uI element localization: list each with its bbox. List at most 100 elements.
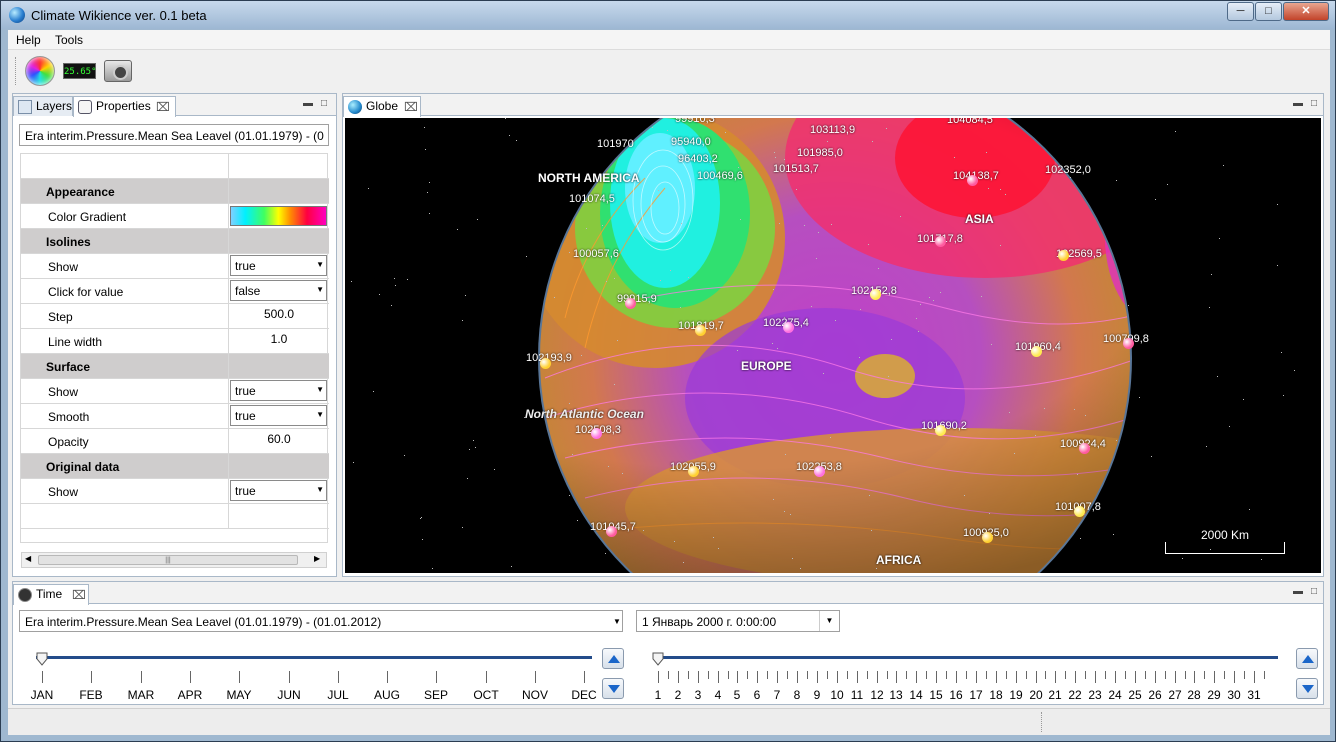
scroll-right-icon[interactable]: ▶ xyxy=(314,554,320,563)
star xyxy=(683,562,684,563)
surface-show-select[interactable]: true ▼ xyxy=(230,380,327,401)
close-tab-icon[interactable]: ⌧ xyxy=(72,588,86,602)
pressure-value-label[interactable]: 103113,9 xyxy=(810,124,855,136)
pressure-value-label[interactable]: 100469,6 xyxy=(697,170,743,182)
value-marker[interactable] xyxy=(1079,443,1090,454)
value-marker[interactable] xyxy=(625,298,636,309)
minimize-view-icon[interactable]: ▬ xyxy=(1293,586,1303,597)
value-marker[interactable] xyxy=(540,358,551,369)
opacity-input[interactable]: 60.0 xyxy=(229,429,329,453)
horizontal-scrollbar[interactable]: ◀ ||| ▶ xyxy=(21,552,327,568)
pressure-value-label[interactable]: 101074,5 xyxy=(569,193,615,205)
camera-icon[interactable] xyxy=(104,60,132,82)
minimize-button[interactable]: ─ xyxy=(1227,2,1254,21)
scroll-left-icon[interactable]: ◀ xyxy=(25,554,31,563)
tab-layers[interactable]: Layers xyxy=(13,96,73,116)
month-up-button[interactable] xyxy=(602,648,624,669)
maximize-view-icon[interactable]: □ xyxy=(321,98,327,109)
pressure-value-label[interactable]: 102352,0 xyxy=(1045,164,1091,176)
day-tick xyxy=(777,671,778,683)
month-tick xyxy=(486,671,487,683)
star xyxy=(784,159,785,160)
tab-globe[interactable]: Globe ⌧ xyxy=(343,96,421,117)
tab-properties[interactable]: Properties ⌧ xyxy=(73,96,176,117)
pressure-value-label[interactable]: 95940,0 xyxy=(671,136,711,148)
minimize-view-icon[interactable]: ▬ xyxy=(1293,98,1303,109)
month-slider-thumb[interactable] xyxy=(36,652,48,666)
color-wheel-icon[interactable] xyxy=(25,56,55,86)
close-tab-icon[interactable]: ⌧ xyxy=(156,100,170,114)
pressure-value-label[interactable]: 101513,7 xyxy=(773,163,819,175)
globe-viewport[interactable]: NORTH AMERICA ASIA EUROPE AFRICA North A… xyxy=(345,118,1321,573)
value-marker[interactable] xyxy=(1123,338,1134,349)
properties-panel: Layers Properties ⌧ ▬ □ Era interim.Pres… xyxy=(12,93,337,577)
tab-time[interactable]: Time ⌧ xyxy=(13,584,89,605)
pressure-value-label[interactable]: 104084,5 xyxy=(947,118,993,126)
value-marker[interactable] xyxy=(1031,346,1042,357)
month-slider-track[interactable] xyxy=(36,656,592,659)
isolines-show-select[interactable]: true ▼ xyxy=(230,255,327,276)
value-marker[interactable] xyxy=(783,322,794,333)
line-width-input[interactable]: 1.0 xyxy=(229,329,329,353)
pressure-value-label[interactable]: 99915,9 xyxy=(617,293,657,305)
menu-tools[interactable]: Tools xyxy=(55,33,83,47)
day-tick xyxy=(737,671,738,683)
pressure-value-label[interactable]: 101970 xyxy=(597,138,634,150)
toolbar-grip xyxy=(15,57,17,85)
star xyxy=(772,343,773,344)
star xyxy=(505,118,506,119)
star xyxy=(1229,426,1230,427)
smooth-select[interactable]: true ▼ xyxy=(230,405,327,426)
star xyxy=(1206,446,1207,447)
day-down-button[interactable] xyxy=(1296,678,1318,699)
dataset-select[interactable]: Era interim.Pressure.Mean Sea Leavel (01… xyxy=(19,124,329,146)
close-tab-icon[interactable]: ⌧ xyxy=(404,100,418,114)
menu-help[interactable]: Help xyxy=(16,33,41,47)
scrollbar-thumb[interactable]: ||| xyxy=(38,555,298,565)
star xyxy=(475,447,476,448)
month-label: FEB xyxy=(79,688,103,702)
maximize-view-icon[interactable]: □ xyxy=(1311,586,1317,597)
original-show-select[interactable]: true ▼ xyxy=(230,480,327,501)
color-gradient-swatch[interactable] xyxy=(230,206,327,226)
day-tick xyxy=(1075,671,1076,683)
step-input[interactable]: 500.0 xyxy=(229,304,329,328)
pressure-value-label[interactable]: 96403,2 xyxy=(678,153,718,165)
pressure-value-label[interactable]: 100057,6 xyxy=(573,248,619,260)
value-marker[interactable] xyxy=(982,532,993,543)
value-marker[interactable] xyxy=(935,425,946,436)
star xyxy=(1014,453,1015,454)
value-marker[interactable] xyxy=(688,466,699,477)
day-slider-thumb[interactable] xyxy=(652,652,664,666)
value-marker[interactable] xyxy=(695,325,706,336)
month-down-button[interactable] xyxy=(602,678,624,699)
maximize-button[interactable]: □ xyxy=(1255,2,1282,21)
value-marker[interactable] xyxy=(1074,506,1085,517)
time-dataset-select[interactable]: Era interim.Pressure.Mean Sea Leavel (01… xyxy=(19,610,623,632)
minimize-view-icon[interactable]: ▬ xyxy=(303,98,313,109)
day-up-button[interactable] xyxy=(1296,648,1318,669)
star xyxy=(991,344,992,345)
star xyxy=(643,530,644,531)
value-marker[interactable] xyxy=(870,289,881,300)
day-slider-track[interactable] xyxy=(653,656,1278,659)
day-tick xyxy=(747,671,748,679)
value-marker[interactable] xyxy=(1058,250,1069,261)
value-marker[interactable] xyxy=(967,175,978,186)
date-select[interactable]: 1 Январь 2000 г. 0:00:00 ▼ xyxy=(636,610,840,632)
star xyxy=(986,152,987,153)
maximize-view-icon[interactable]: □ xyxy=(1311,98,1317,109)
label-europe: EUROPE xyxy=(741,359,792,373)
value-marker[interactable] xyxy=(591,428,602,439)
pressure-value-label[interactable]: 101985,0 xyxy=(797,147,843,159)
click-for-value-select[interactable]: false ▼ xyxy=(230,280,327,301)
temperature-display[interactable]: 25.65° xyxy=(63,63,97,79)
value-marker[interactable] xyxy=(935,236,946,247)
value-marker[interactable] xyxy=(606,526,617,537)
value-marker[interactable] xyxy=(814,466,825,477)
row-line-width: Line width 1.0 xyxy=(21,329,329,354)
star xyxy=(391,305,392,306)
close-button[interactable]: ✕ xyxy=(1283,2,1329,21)
globe-rendering[interactable] xyxy=(345,118,1321,573)
pressure-value-label[interactable]: 99910,3 xyxy=(675,118,715,125)
